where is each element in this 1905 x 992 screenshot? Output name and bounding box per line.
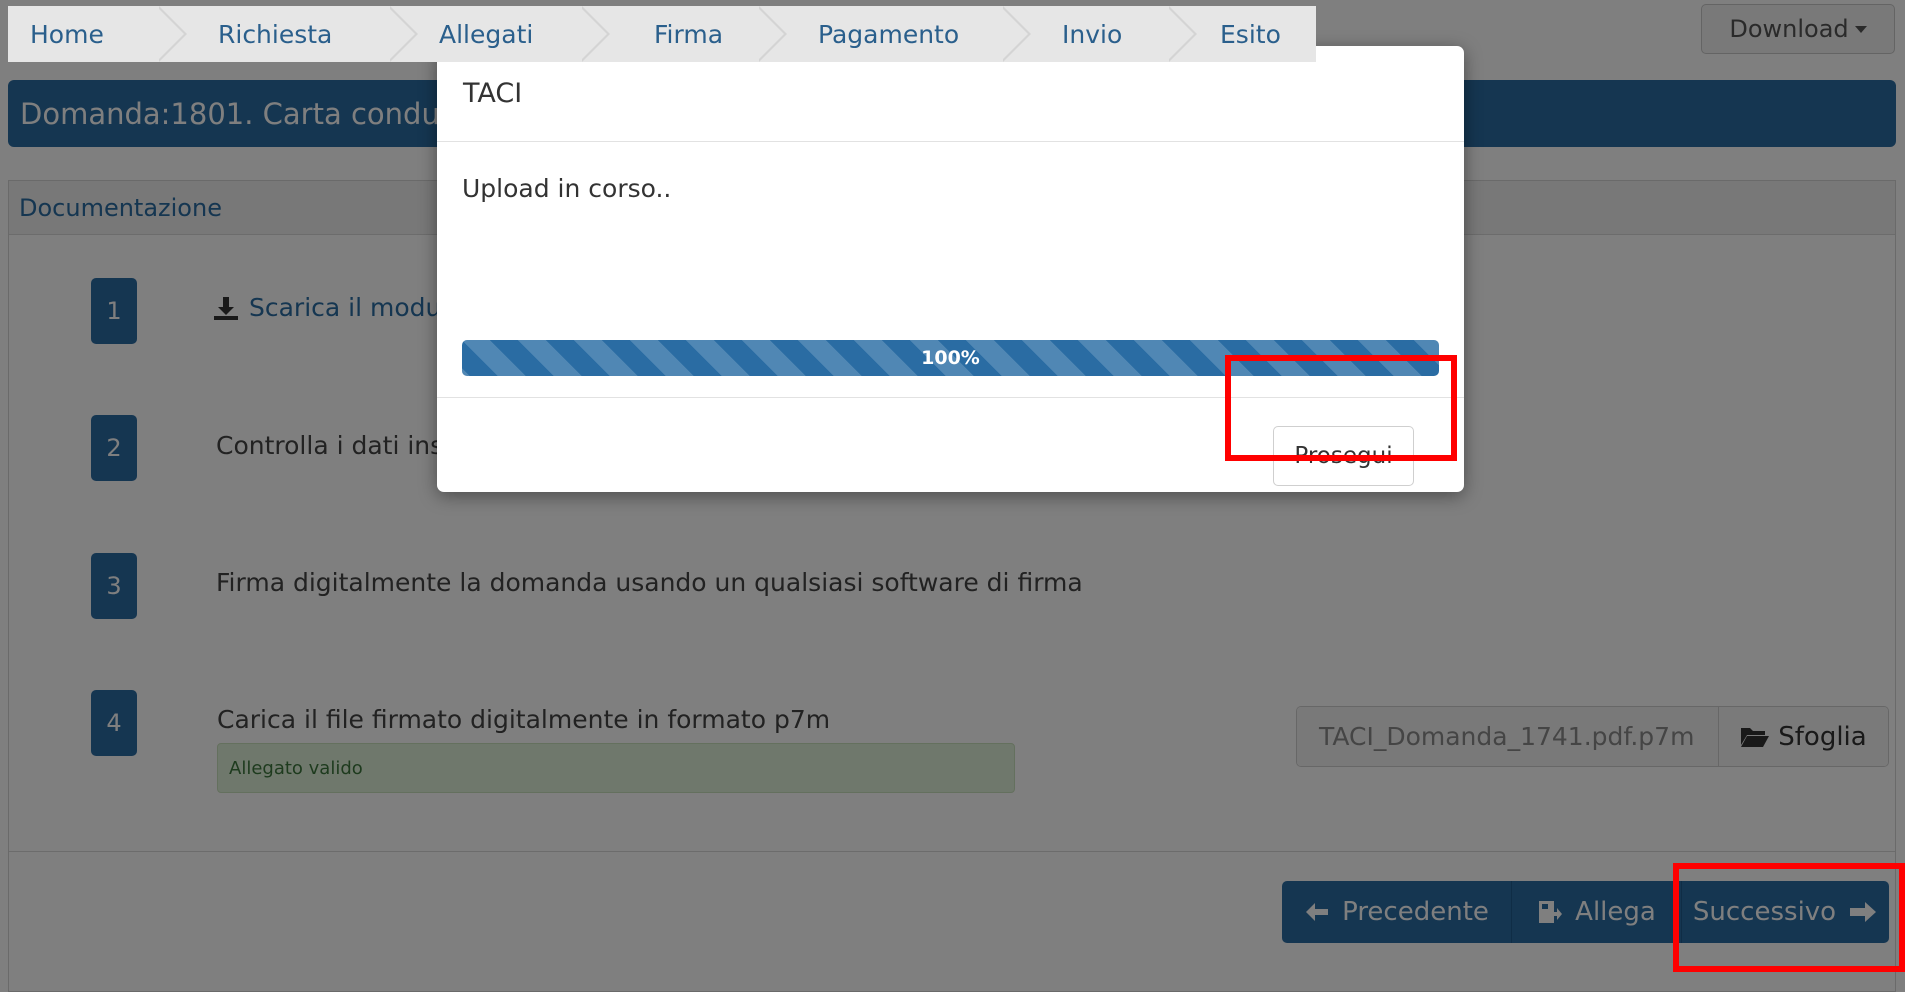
wizard-step-pagamento[interactable]: Pagamento xyxy=(756,6,1031,62)
wizard-step-label: Home xyxy=(30,19,104,49)
wizard-step-label: Firma xyxy=(654,19,724,49)
wizard-step-label: Allegati xyxy=(439,19,534,49)
highlight-continue xyxy=(1225,355,1457,461)
wizard-breadcrumb: Home Richiesta Allegati Firma Pagamento … xyxy=(8,6,1316,62)
wizard-step-label: Esito xyxy=(1220,19,1281,49)
wizard-step-label: Richiesta xyxy=(218,19,333,49)
wizard-step-label: Invio xyxy=(1062,19,1123,49)
modal-message: Upload in corso.. xyxy=(462,174,672,203)
wizard-step-label: Pagamento xyxy=(818,19,960,49)
progress-label: 100% xyxy=(921,347,980,369)
wizard-step-richiesta[interactable]: Richiesta xyxy=(156,6,418,62)
modal-title: TACI xyxy=(463,78,523,109)
highlight-next xyxy=(1673,863,1905,972)
wizard-step-home[interactable]: Home xyxy=(8,6,187,62)
